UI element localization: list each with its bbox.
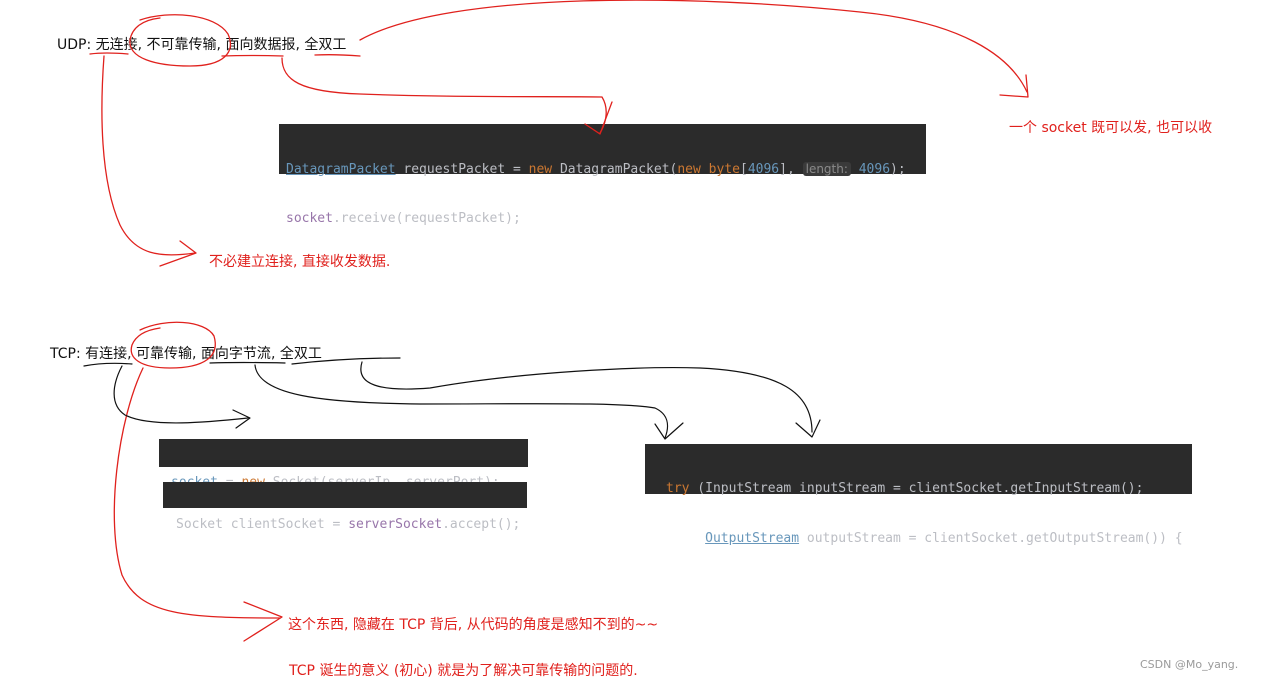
underline-udp-connectionless bbox=[89, 52, 129, 55]
arrow-udp-full-duplex bbox=[359, 0, 1028, 93]
underline-tcp-full-duplex bbox=[291, 357, 401, 365]
arrow-tcp-byte-stream bbox=[254, 364, 669, 439]
underline-tcp-byte-stream bbox=[209, 361, 286, 364]
arrow-udp-no-connection bbox=[101, 55, 196, 256]
circle-udp-unreliable bbox=[129, 14, 231, 67]
annotation-strokes bbox=[83, 0, 1029, 642]
circle-tcp-reliable bbox=[130, 321, 216, 369]
arrow-udp-datagram bbox=[281, 57, 607, 134]
arrow-tcp-connection bbox=[113, 365, 249, 424]
underline-tcp-connection bbox=[83, 362, 133, 367]
arrow-tcp-reliable bbox=[113, 367, 281, 619]
underline-udp-full-duplex bbox=[314, 54, 361, 57]
arrow-tcp-full-duplex bbox=[360, 361, 813, 433]
underline-udp-datagram bbox=[221, 54, 284, 57]
